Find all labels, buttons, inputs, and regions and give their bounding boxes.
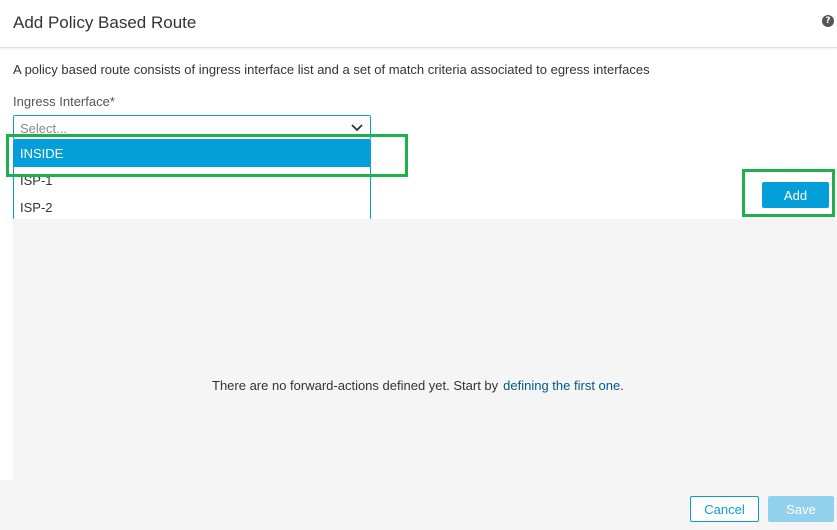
cancel-button[interactable]: Cancel (690, 496, 759, 522)
dialog-description: A policy based route consists of ingress… (13, 62, 650, 77)
ingress-interface-select[interactable]: Select... (13, 115, 371, 140)
add-button[interactable]: Add (762, 182, 829, 208)
empty-state-message: There are no forward-actions defined yet… (212, 378, 624, 393)
save-button[interactable]: Save (768, 496, 834, 522)
define-first-action-link[interactable]: defining the first one (503, 378, 620, 393)
dropdown-option-isp-2[interactable]: ISP-2 (14, 194, 370, 221)
ingress-interface-dropdown: INSIDE ISP-1 ISP-2 (13, 140, 371, 222)
chevron-down-icon (351, 124, 363, 132)
dialog-title: Add Policy Based Route (13, 13, 197, 32)
select-placeholder: Select... (20, 121, 67, 136)
question-circle-icon[interactable]: ? (822, 15, 834, 27)
dropdown-option-inside[interactable]: INSIDE (14, 140, 370, 167)
empty-state-suffix: . (620, 378, 624, 393)
empty-state-text: There are no forward-actions defined yet… (212, 378, 499, 393)
dialog-header: Add Policy Based Route ? (0, 0, 837, 48)
forward-actions-panel (13, 219, 837, 480)
dropdown-option-isp-1[interactable]: ISP-1 (14, 167, 370, 194)
ingress-interface-label: Ingress Interface* (13, 94, 115, 109)
